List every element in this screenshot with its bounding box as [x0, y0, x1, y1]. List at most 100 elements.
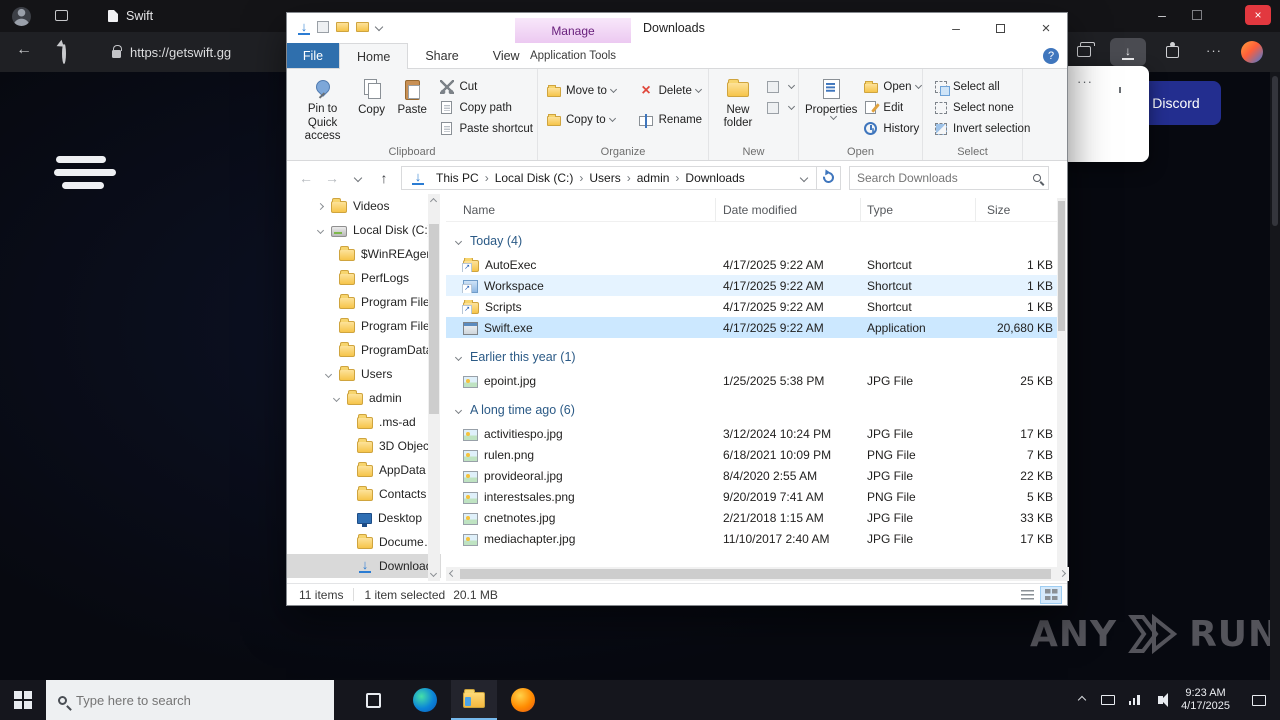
- ribbon-rename-button[interactable]: Rename: [637, 109, 704, 131]
- nav-recent-button[interactable]: [345, 166, 371, 190]
- collections-icon[interactable]: [1077, 42, 1095, 57]
- explorer-taskbar-button[interactable]: [451, 680, 497, 720]
- tree-item-contacts[interactable]: Contacts: [287, 482, 441, 506]
- browser-downloads-button[interactable]: ↓: [1110, 38, 1146, 66]
- ribbon-move-to-button[interactable]: Move to: [544, 80, 633, 102]
- browser-profile-icon[interactable]: [1241, 41, 1263, 63]
- qat-properties-button[interactable]: [317, 21, 329, 33]
- tab-share[interactable]: Share: [408, 43, 475, 68]
- column-size[interactable]: Size: [976, 198, 1061, 221]
- explorer-close-button[interactable]: ×: [1029, 14, 1063, 42]
- file-row[interactable]: cnetnotes.jpg 2/21/2018 1:15 AM JPG File…: [446, 507, 1061, 528]
- view-thumbnails-button[interactable]: [1040, 585, 1062, 604]
- tree-item-3d-objects[interactable]: 3D Objects: [287, 434, 441, 458]
- tree-item-users[interactable]: Users: [287, 362, 441, 386]
- search-box[interactable]: [849, 165, 1049, 190]
- ribbon-delete-button[interactable]: × Delete: [637, 80, 704, 102]
- tree-item-program-files-2[interactable]: Program Files: [287, 314, 441, 338]
- network-tray-icon[interactable]: [1121, 695, 1147, 705]
- tree-item-local-disk-c[interactable]: Local Disk (C:): [287, 218, 441, 242]
- taskbar-search-input[interactable]: [76, 692, 334, 708]
- ribbon-pin-button[interactable]: Pin to Quick access: [293, 74, 352, 143]
- ribbon-easy-access-button[interactable]: [763, 97, 796, 118]
- tray-clock[interactable]: 9:23 AM 4/17/2025: [1173, 687, 1238, 714]
- expander-icon[interactable]: [332, 394, 341, 402]
- ribbon-edit-button[interactable]: Edit: [861, 97, 920, 118]
- column-type[interactable]: Type: [861, 198, 976, 221]
- address-bar[interactable]: https://getswift.gg: [112, 32, 231, 72]
- view-details-button[interactable]: [1016, 586, 1038, 604]
- ribbon-select-none-button[interactable]: Select none: [931, 97, 1030, 118]
- browser-tab[interactable]: Swift: [94, 0, 167, 32]
- files-vertical-scrollbar[interactable]: [1057, 198, 1066, 567]
- breadcrumb-admin[interactable]: admin: [632, 171, 675, 185]
- tab-file[interactable]: File: [287, 43, 339, 68]
- search-input[interactable]: [857, 170, 1033, 185]
- edge-taskbar-button[interactable]: [402, 680, 448, 720]
- tree-item-videos[interactable]: Videos: [287, 194, 441, 218]
- task-view-button[interactable]: [350, 680, 396, 720]
- scroll-up-icon[interactable]: [429, 197, 438, 206]
- breadcrumb-local-disk-c[interactable]: Local Disk (C:): [490, 171, 579, 185]
- file-row[interactable]: Scripts 4/17/2025 9:22 AM Shortcut 1 KB: [446, 296, 1061, 317]
- ribbon-new-item-button[interactable]: [763, 76, 796, 97]
- ribbon-copy-path-button[interactable]: Copy path: [437, 97, 533, 118]
- group-header-earlier-this-year[interactable]: Earlier this year (1): [446, 346, 1061, 368]
- expander-icon[interactable]: [316, 202, 325, 210]
- file-row[interactable]: Workspace 4/17/2025 9:22 AM Shortcut 1 K…: [446, 275, 1061, 296]
- profile-avatar-icon[interactable]: [12, 7, 31, 26]
- files-horizontal-scrollbar[interactable]: [446, 567, 1069, 581]
- tree-item-appdata[interactable]: AppData: [287, 458, 441, 482]
- ribbon-select-all-button[interactable]: Select all: [931, 76, 1030, 97]
- qat-new-folder-button[interactable]: [336, 22, 349, 32]
- group-header-today[interactable]: Today (4): [446, 230, 1061, 252]
- page-scrollbar[interactable]: [1270, 72, 1280, 680]
- display-tray-icon[interactable]: [1095, 695, 1121, 705]
- tree-item-program-files[interactable]: Program Files: [287, 290, 441, 314]
- tree-item-perflogs[interactable]: PerfLogs: [287, 266, 441, 290]
- tab-home[interactable]: Home: [339, 43, 409, 69]
- file-row[interactable]: AutoExec 4/17/2025 9:22 AM Shortcut 1 KB: [446, 254, 1061, 275]
- browser-minimize-button[interactable]: –: [1146, 0, 1178, 30]
- tree-item-ms-ad[interactable]: .ms-ad: [287, 410, 441, 434]
- file-row-selected[interactable]: Swift.exe 4/17/2025 9:22 AM Application …: [446, 317, 1061, 338]
- qat-customize-button[interactable]: [374, 22, 384, 32]
- ribbon-cut-button[interactable]: Cut: [437, 76, 533, 97]
- file-row[interactable]: activitiespo.jpg 3/12/2024 10:24 PM JPG …: [446, 423, 1061, 444]
- tab-overview-icon[interactable]: [55, 10, 68, 21]
- file-row[interactable]: epoint.jpg 1/25/2025 5:38 PM JPG File 25…: [446, 370, 1061, 391]
- ribbon-history-button[interactable]: History: [861, 118, 920, 139]
- nav-up-button[interactable]: ↑: [371, 166, 397, 190]
- group-collapse-icon[interactable]: [454, 237, 463, 245]
- tree-item-downloads[interactable]: ↓ Downloads: [287, 554, 441, 578]
- column-name[interactable]: Name: [446, 198, 716, 221]
- volume-tray-icon[interactable]: [1147, 693, 1173, 707]
- scrollbar-thumb[interactable]: [429, 224, 439, 414]
- tray-expand-button[interactable]: [1069, 695, 1095, 705]
- scroll-left-icon[interactable]: [448, 569, 457, 578]
- firefox-taskbar-button[interactable]: [500, 680, 546, 720]
- breadcrumb[interactable]: ↓ This PC › Local Disk (C:) › Users › ad…: [401, 165, 817, 190]
- scroll-right-icon[interactable]: [1058, 569, 1067, 578]
- expander-icon[interactable]: [316, 226, 325, 234]
- browser-refresh-icon[interactable]: [62, 43, 66, 64]
- action-center-button[interactable]: [1238, 694, 1280, 706]
- group-collapse-icon[interactable]: [454, 406, 463, 414]
- file-row[interactable]: mediachapter.jpg 11/10/2017 2:40 AM JPG …: [446, 528, 1061, 549]
- taskbar-search[interactable]: [46, 680, 334, 720]
- scrollbar-thumb[interactable]: [1058, 201, 1065, 331]
- browser-menu-icon[interactable]: ···: [1206, 43, 1222, 58]
- ribbon-properties-button[interactable]: Properties: [805, 74, 857, 143]
- explorer-minimize-button[interactable]: –: [939, 14, 973, 42]
- breadcrumb-users[interactable]: Users: [584, 171, 625, 185]
- expander-icon[interactable]: [324, 370, 333, 378]
- file-row[interactable]: provideoral.jpg 8/4/2020 2:55 AM JPG Fil…: [446, 465, 1061, 486]
- address-dropdown-button[interactable]: [794, 173, 814, 182]
- tree-item-admin[interactable]: admin: [287, 386, 441, 410]
- breadcrumb-downloads[interactable]: Downloads: [680, 171, 749, 185]
- extensions-icon[interactable]: [1166, 42, 1179, 58]
- nav-forward-button[interactable]: →: [319, 166, 345, 190]
- help-button[interactable]: ?: [1043, 48, 1059, 64]
- ribbon-paste-shortcut-button[interactable]: Paste shortcut: [437, 118, 533, 139]
- nav-back-button[interactable]: ←: [293, 166, 319, 190]
